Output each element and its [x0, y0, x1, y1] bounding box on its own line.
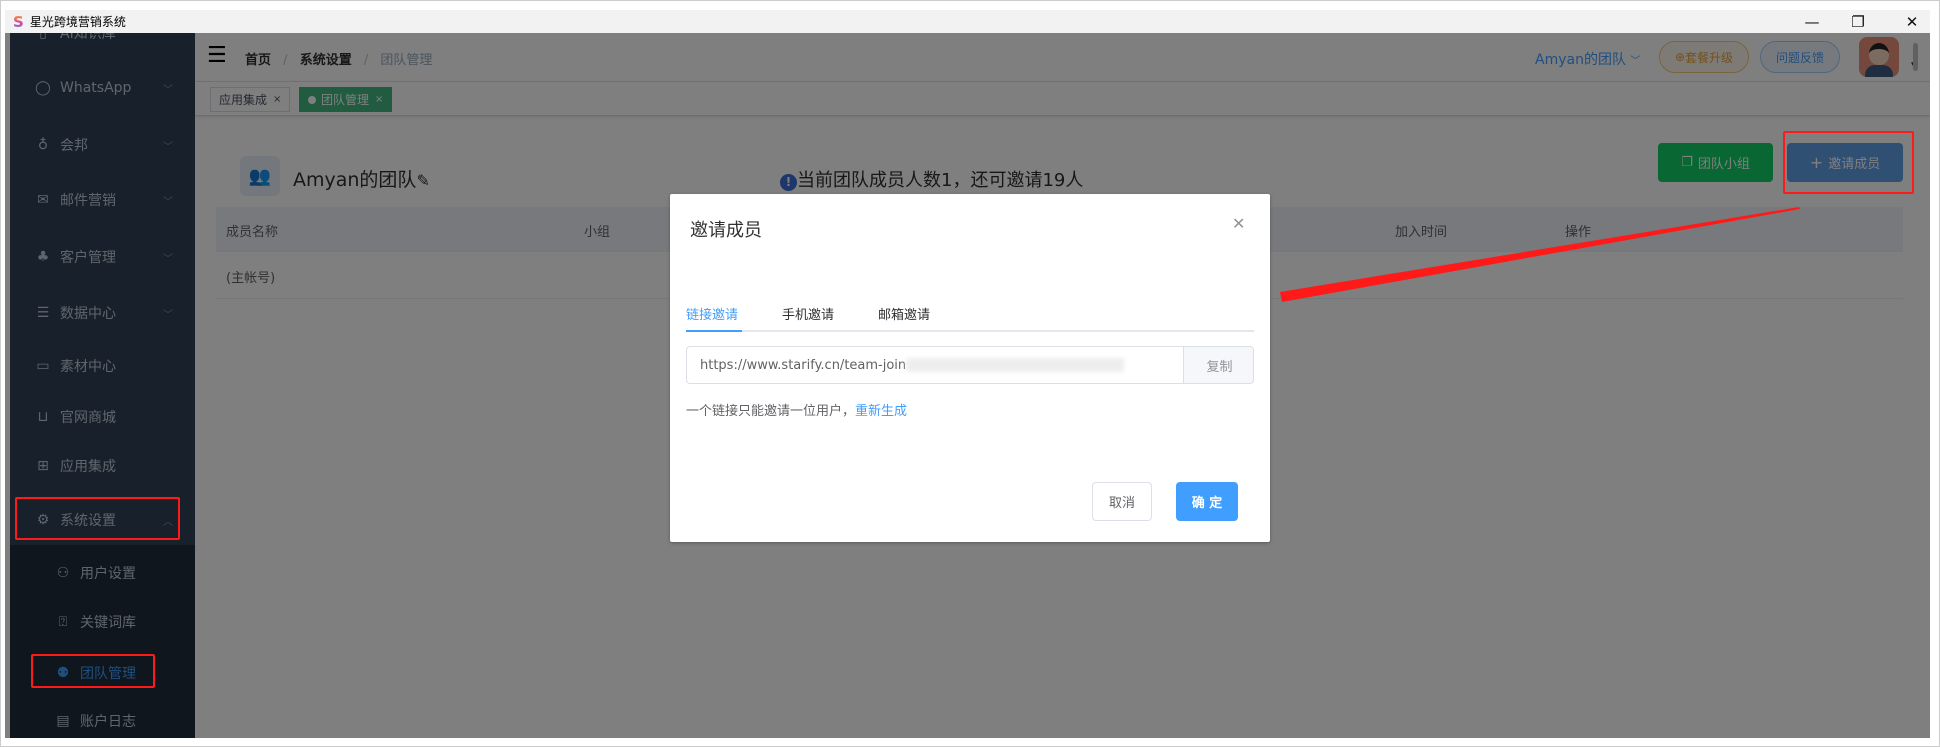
arrow-line: [1280, 207, 1800, 302]
annotation-arrow: [1280, 207, 1800, 302]
